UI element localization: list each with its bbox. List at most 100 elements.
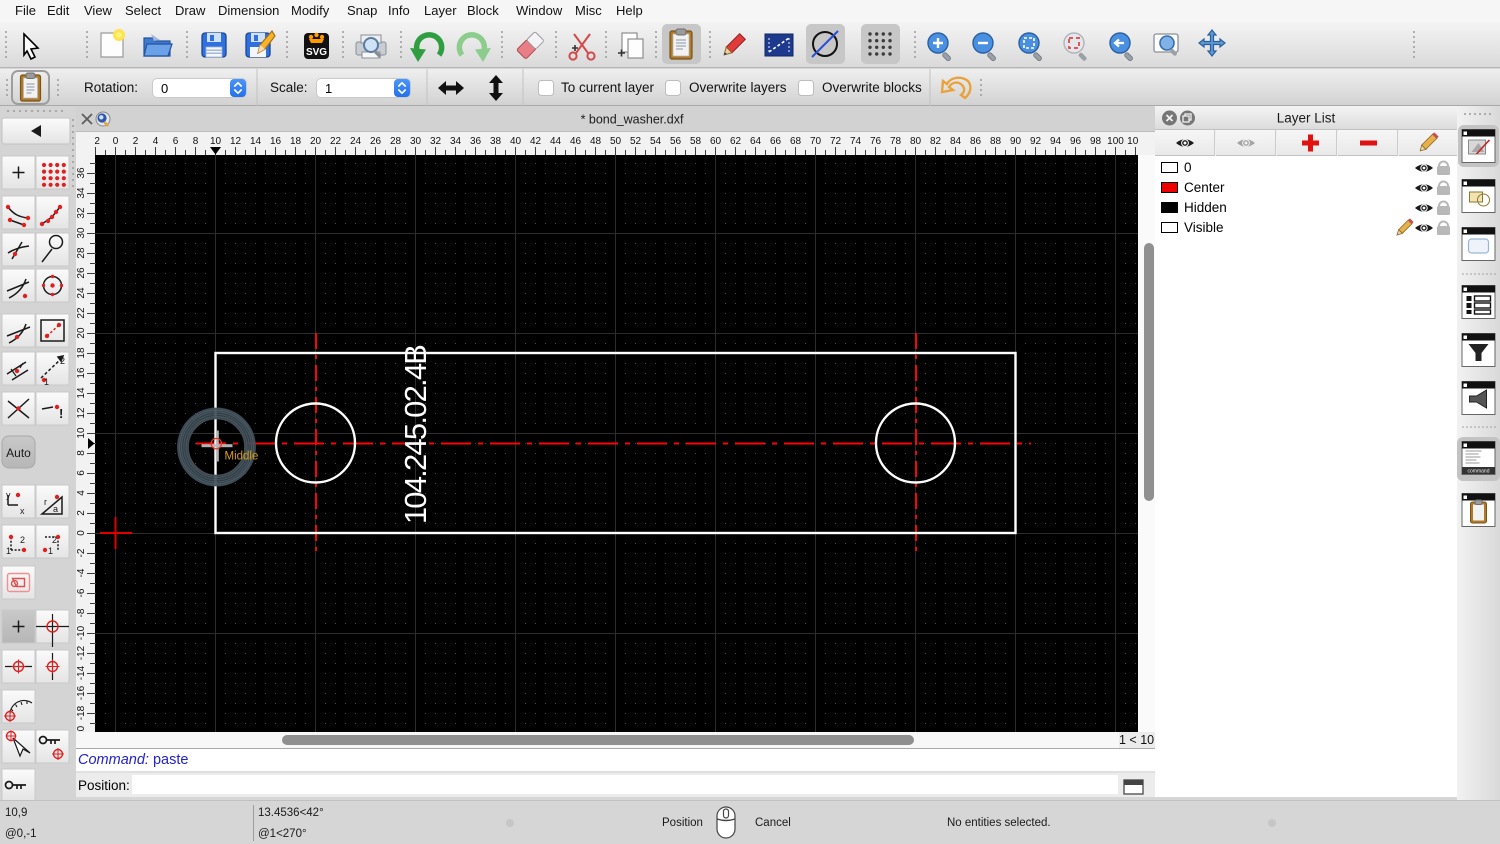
svg-text:64: 64	[750, 136, 762, 147]
svg-text:94: 94	[1050, 136, 1062, 147]
svg-text:2: 2	[133, 136, 139, 147]
svg-text:88: 88	[990, 136, 1002, 147]
svg-text:6: 6	[173, 136, 179, 147]
svg-text:60: 60	[710, 136, 722, 147]
svg-text:36: 36	[76, 167, 87, 179]
svg-text:46: 46	[570, 136, 582, 147]
svg-text:14: 14	[76, 387, 87, 399]
svg-text:18: 18	[290, 136, 302, 147]
svg-text:36: 36	[470, 136, 482, 147]
svg-text:54: 54	[650, 136, 662, 147]
svg-text:26: 26	[370, 136, 382, 147]
svg-text:-6: -6	[76, 588, 87, 597]
svg-text:2: 2	[52, 535, 57, 545]
svg-text:98: 98	[1090, 136, 1102, 147]
svg-text:74: 74	[850, 136, 862, 147]
svg-text:92: 92	[1030, 136, 1042, 147]
svg-text:16: 16	[76, 367, 87, 379]
svg-text:-2: -2	[76, 548, 87, 557]
svg-text:62: 62	[730, 136, 742, 147]
svg-text:52: 52	[630, 136, 642, 147]
svg-text:90: 90	[1010, 136, 1022, 147]
svg-text:18: 18	[76, 347, 87, 359]
svg-text:Auto: Auto	[6, 446, 31, 460]
svg-text:44: 44	[550, 136, 562, 147]
svg-text:20: 20	[310, 136, 322, 147]
svg-text:76: 76	[870, 136, 882, 147]
svg-text:-2: -2	[95, 136, 100, 147]
svg-text:22: 22	[76, 307, 87, 319]
svg-text:42: 42	[530, 136, 542, 147]
svg-text:100: 100	[1107, 136, 1124, 147]
svg-text:4: 4	[76, 490, 87, 496]
svg-text:68: 68	[790, 136, 802, 147]
svg-text:8: 8	[193, 136, 199, 147]
svg-text:2: 2	[20, 535, 25, 545]
svg-text:-4: -4	[76, 568, 87, 577]
svg-text:14: 14	[250, 136, 262, 147]
svg-text:2: 2	[76, 510, 87, 516]
svg-text:30: 30	[76, 227, 87, 239]
svg-text:26: 26	[76, 267, 87, 279]
svg-text:34: 34	[450, 136, 462, 147]
svg-text:12: 12	[230, 136, 242, 147]
svg-text:56: 56	[670, 136, 682, 147]
svg-text:!: !	[59, 406, 63, 421]
svg-text:96: 96	[1070, 136, 1082, 147]
svg-text:10: 10	[76, 427, 87, 439]
svg-text:2: 2	[60, 356, 65, 366]
svg-text:y: y	[6, 490, 11, 500]
svg-text:6: 6	[76, 470, 87, 476]
svg-text:* bond_washer.dxf: * bond_washer.dxf	[581, 113, 684, 127]
svg-text:1: 1	[48, 546, 53, 556]
svg-text:32: 32	[430, 136, 442, 147]
svg-text:-16: -16	[76, 685, 87, 700]
svg-text:78: 78	[890, 136, 902, 147]
svg-text:1: 1	[44, 377, 49, 387]
svg-text:0: 0	[76, 530, 87, 536]
svg-text:28: 28	[76, 247, 87, 259]
svg-text:r: r	[44, 497, 47, 507]
svg-text:28: 28	[390, 136, 402, 147]
svg-text:84: 84	[950, 136, 962, 147]
svg-text:-12: -12	[76, 645, 87, 660]
svg-text:24: 24	[350, 136, 362, 147]
svg-text:34: 34	[76, 187, 87, 199]
svg-text:12: 12	[76, 407, 87, 419]
svg-text:8: 8	[76, 450, 87, 456]
svg-text:Middle: Middle	[225, 451, 259, 463]
svg-text:102: 102	[1127, 136, 1138, 147]
svg-text:104.245.02.4B: 104.245.02.4B	[398, 345, 433, 524]
svg-text:32: 32	[76, 207, 87, 219]
svg-text:40: 40	[510, 136, 522, 147]
svg-text:a: a	[53, 504, 58, 514]
svg-text:20: 20	[76, 327, 87, 339]
svg-text:Layer List: Layer List	[1277, 111, 1336, 126]
svg-text:38: 38	[490, 136, 502, 147]
svg-text:50: 50	[610, 136, 622, 147]
svg-text:-8: -8	[76, 608, 87, 617]
svg-text:48: 48	[590, 136, 602, 147]
svg-text:1: 1	[6, 546, 11, 556]
svg-text:-18: -18	[76, 705, 87, 720]
svg-text:-14: -14	[76, 665, 87, 680]
svg-text:-10: -10	[76, 625, 87, 640]
svg-text:30: 30	[410, 136, 422, 147]
svg-text:70: 70	[810, 136, 822, 147]
svg-text:x: x	[20, 506, 25, 516]
svg-text:16: 16	[270, 136, 282, 147]
svg-text:80: 80	[910, 136, 922, 147]
svg-text:72: 72	[830, 136, 842, 147]
svg-text:0: 0	[113, 136, 119, 147]
svg-text:22: 22	[330, 136, 342, 147]
svg-text:10: 10	[210, 136, 222, 147]
svg-text:66: 66	[770, 136, 782, 147]
svg-text:SVG: SVG	[306, 47, 327, 58]
svg-text:-20: -20	[76, 725, 87, 732]
svg-text:4: 4	[153, 136, 159, 147]
svg-text:command: command	[1468, 469, 1490, 475]
svg-text:24: 24	[76, 287, 87, 299]
svg-text:82: 82	[930, 136, 942, 147]
svg-text:86: 86	[970, 136, 982, 147]
svg-text:58: 58	[690, 136, 702, 147]
